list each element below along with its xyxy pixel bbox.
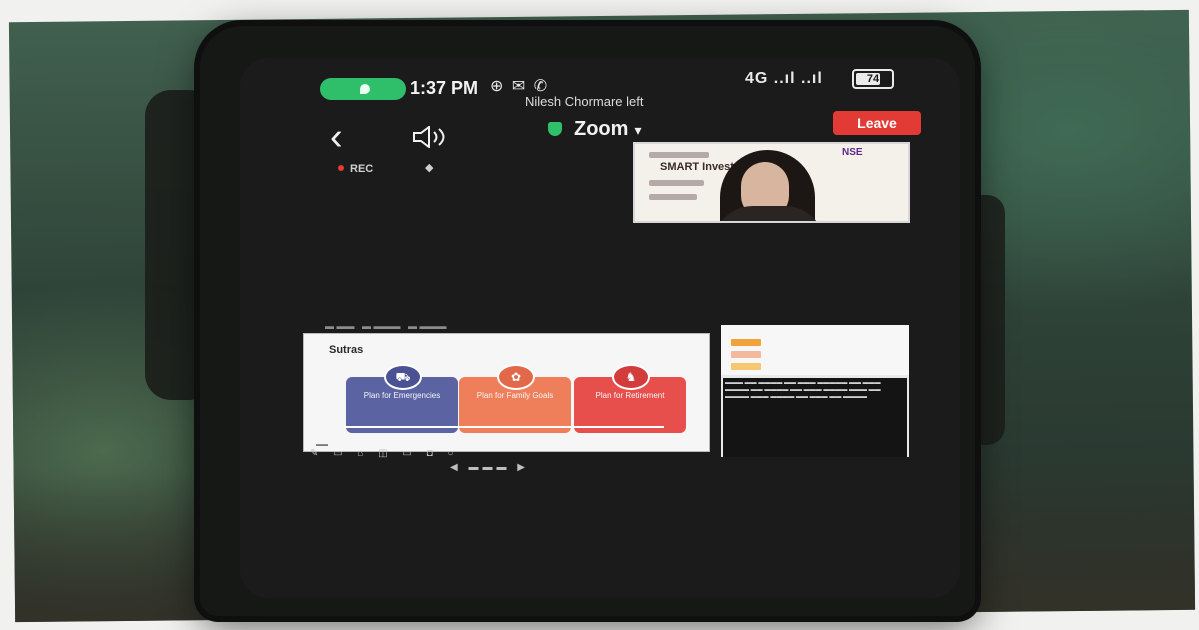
- meeting-title[interactable]: Zoom ▾: [548, 118, 641, 141]
- speaker-icon[interactable]: [412, 126, 452, 148]
- shared-document[interactable]: ▬▬▬ ▬▬ ▬▬▬▬ ▬▬ ▬▬▬ ▬▬▬▬▬ ▬▬ ▬▬▬ ▬▬▬▬ ▬▬ …: [721, 325, 909, 457]
- slide-thumbnail-strip: ▬ ▬▬ ▬ ▬▬▬ ▬ ▬▬▬: [325, 321, 447, 331]
- page-navigation[interactable]: ◀ ▬▬▬ ▶: [450, 462, 529, 473]
- card-label: Plan for Retirement: [595, 391, 665, 400]
- record-dot-icon: [338, 165, 344, 171]
- document-row: [731, 351, 761, 358]
- document-text: ▬▬▬ ▬▬ ▬▬▬▬ ▬▬ ▬▬▬ ▬▬▬▬▬ ▬▬ ▬▬▬ ▬▬▬▬ ▬▬ …: [723, 378, 907, 457]
- annotation-toolbar[interactable]: ✎ ▭ ⌂ ◫ ▭ ◘ ○: [310, 448, 460, 459]
- back-arrow-icon[interactable]: ‹: [330, 118, 343, 156]
- participant-left-notice: Nilesh Chormare left: [525, 94, 644, 109]
- arrow-bar: [344, 426, 664, 428]
- car-icon: ⛟: [384, 364, 422, 390]
- shield-icon: [548, 122, 562, 136]
- document-header: [721, 325, 909, 375]
- battery-percent: 74: [866, 73, 880, 85]
- card-emergencies: ⛟ Plan for Emergencies: [346, 364, 458, 433]
- status-time: 1:37 PM: [410, 78, 479, 98]
- video-slide-logo: NSE: [842, 147, 863, 158]
- participant-video[interactable]: SMART Investors Program NSE: [633, 142, 910, 223]
- retirement-icon: ♞: [612, 364, 650, 390]
- card-label: Plan for Emergencies: [363, 391, 441, 400]
- shared-slide[interactable]: Sutras ⛟ Plan for Emergencies ✿ Plan for…: [303, 333, 710, 452]
- card-retirement: ♞ Plan for Retirement: [574, 364, 686, 433]
- family-icon: ✿: [497, 364, 535, 390]
- recording-menu-icon[interactable]: ◆: [425, 161, 433, 174]
- app-title: Zoom: [574, 118, 629, 140]
- slide-title: Sutras: [329, 344, 364, 356]
- chevron-down-icon: ▾: [634, 122, 642, 138]
- card-family-goals: ✿ Plan for Family Goals: [459, 364, 571, 433]
- slide-text-line: [649, 194, 697, 200]
- slide-text-line: [649, 180, 704, 186]
- recording-indicator[interactable]: REC: [338, 163, 373, 175]
- ongoing-call-pill[interactable]: [320, 78, 406, 100]
- slide-text-line: [649, 152, 709, 158]
- leave-button[interactable]: Leave: [833, 111, 921, 135]
- document-row: [731, 363, 761, 370]
- battery-icon: 74: [852, 69, 894, 89]
- signal-icon: 4G ..ıl ..ıl: [745, 70, 823, 87]
- card-label: Plan for Family Goals: [476, 391, 554, 400]
- rec-label: REC: [350, 163, 374, 175]
- document-row: [731, 339, 761, 346]
- notification-icons: ⊕ ✉ ✆: [490, 78, 550, 95]
